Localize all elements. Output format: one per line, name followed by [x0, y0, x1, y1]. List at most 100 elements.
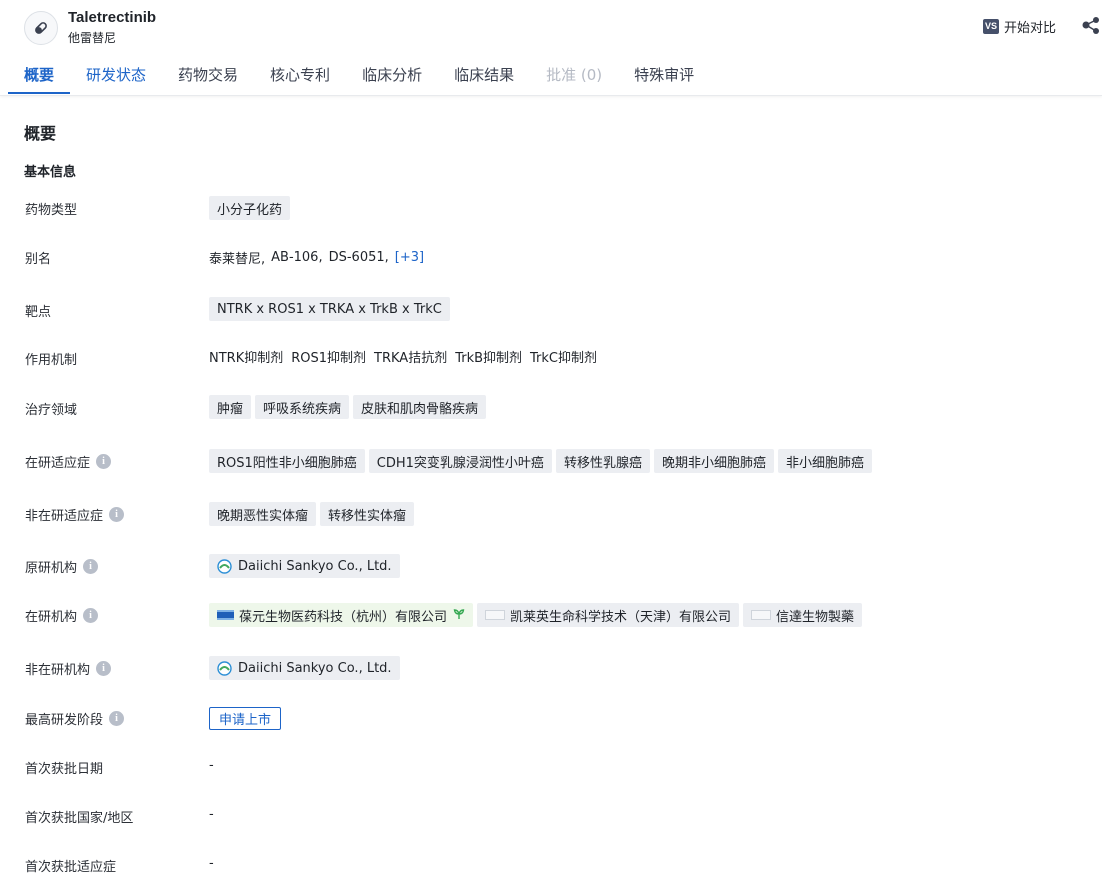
- row-active-org: 在研机构 i 葆元生物医药科技（杭州）有限公司 凯莱英生命科学技术（天津）有限公…: [0, 602, 1102, 628]
- compare-label: 开始对比: [1004, 20, 1057, 36]
- org-tag[interactable]: 葆元生物医药科技（杭州）有限公司: [209, 603, 474, 627]
- row-target: 靶点 NTRK x ROS1 x TRKA x TrkB x TrkC: [0, 296, 1102, 322]
- tab-core-patents[interactable]: 核心专利: [254, 56, 346, 94]
- field-label-text: 最高研发阶段: [25, 713, 104, 728]
- row-therapeutic-area: 治疗领域 肿瘤 呼吸系统疾病 皮肤和肌肉骨骼疾病: [0, 394, 1102, 420]
- daiichi-logo-icon: [217, 660, 232, 676]
- row-originator: 原研机构 i Daiichi Sankyo Co., Ltd.: [0, 553, 1102, 579]
- indication-tag[interactable]: 转移性实体瘤: [320, 502, 415, 526]
- share-icon[interactable]: [1081, 15, 1102, 37]
- row-alias: 别名 泰莱替尼, AB-106, DS-6051, [+3]: [0, 245, 1102, 269]
- mechanism-item: TrkC抑制剂: [530, 351, 598, 366]
- drug-chinese-name: 他雷替尼: [68, 31, 117, 45]
- field-label: 别名: [25, 252, 52, 267]
- tab-special-review[interactable]: 特殊审评: [618, 56, 710, 94]
- field-label: 非在研机构 i: [25, 659, 112, 678]
- alias-item: AB-106,: [271, 250, 323, 265]
- alias-item: 泰莱替尼,: [209, 252, 266, 267]
- row-active-indication: 在研适应症 i ROS1阳性非小细胞肺癌 CDH1突变乳腺浸润性小叶癌 转移性乳…: [0, 448, 1102, 474]
- phase-badge[interactable]: 申请上市: [209, 707, 282, 730]
- start-compare-button[interactable]: VS 开始对比: [983, 16, 1056, 36]
- company-logo-icon: [485, 610, 506, 620]
- drug-name: Taletrectinib: [68, 9, 157, 26]
- tab-approvals: 批准 (0): [546, 65, 603, 84]
- org-tag[interactable]: 信達生物製藥: [743, 603, 863, 627]
- target-tag[interactable]: NTRK x ROS1 x TRKA x TrkB x TrkC: [209, 297, 450, 321]
- field-value: -: [209, 758, 214, 773]
- field-label: 非在研适应症 i: [25, 505, 125, 524]
- row-inactive-org: 非在研机构 i Daiichi Sankyo Co., Ltd.: [0, 655, 1102, 681]
- row-inactive-indication: 非在研适应症 i 晚期恶性实体瘤 转移性实体瘤: [0, 501, 1102, 527]
- field-value: -: [209, 856, 214, 871]
- therapeutic-area-tag[interactable]: 皮肤和肌肉骨骼疾病: [353, 395, 487, 419]
- field-label: 在研机构 i: [25, 606, 99, 625]
- company-logo-icon: [751, 610, 772, 620]
- indication-tag[interactable]: CDH1突变乳腺浸润性小叶癌: [368, 449, 552, 473]
- row-drug-type: 药物类型 小分子化药: [0, 195, 1102, 221]
- tab-clinical-analysis[interactable]: 临床分析: [346, 56, 438, 94]
- tab-bar: 概要 研发状态 药物交易 核心专利 临床分析 临床结果 批准 (0) 特殊审评: [8, 56, 710, 94]
- field-label-text: 在研适应症: [25, 456, 91, 471]
- org-name: Daiichi Sankyo Co., Ltd.: [238, 660, 392, 676]
- row-first-approval-country: 首次获批国家/地区 -: [0, 805, 1102, 827]
- daiichi-logo-icon: [217, 558, 232, 574]
- vs-icon: VS: [983, 18, 999, 34]
- field-label-text: 原研机构: [25, 561, 78, 576]
- field-label: 首次获批日期: [25, 762, 104, 777]
- org-name: 葆元生物医药科技（杭州）有限公司: [239, 609, 448, 625]
- mechanism-item: ROS1抑制剂: [291, 351, 367, 366]
- pill-icon: [24, 11, 58, 45]
- org-name: 信達生物製藥: [776, 609, 855, 625]
- field-label: 作用机制: [25, 353, 78, 368]
- info-icon[interactable]: i: [96, 454, 112, 469]
- info-icon[interactable]: i: [96, 661, 112, 676]
- tab-rd-status[interactable]: 研发状态: [70, 56, 162, 94]
- org-name: Daiichi Sankyo Co., Ltd.: [238, 558, 392, 574]
- field-label: 治疗领域: [25, 403, 78, 418]
- sprout-icon: [453, 608, 465, 623]
- info-icon[interactable]: i: [83, 559, 99, 574]
- field-label: 最高研发阶段 i: [25, 709, 125, 728]
- section-title: 概要: [24, 124, 57, 143]
- info-icon[interactable]: i: [83, 608, 99, 623]
- field-label-text: 非在研适应症: [25, 509, 104, 524]
- field-label: 药物类型: [25, 203, 78, 218]
- row-mechanism: 作用机制 NTRK抑制剂 ROS1抑制剂 TRKA拮抗剂 TrkB抑制剂 Trk…: [0, 346, 1102, 370]
- org-name: 凯莱英生命科学技术（天津）有限公司: [510, 609, 732, 625]
- field-label: 首次获批国家/地区: [25, 811, 134, 826]
- field-label-text: 在研机构: [25, 610, 78, 625]
- org-tag[interactable]: Daiichi Sankyo Co., Ltd.: [209, 554, 400, 578]
- field-label: 在研适应症 i: [25, 452, 112, 471]
- therapeutic-area-tag[interactable]: 肿瘤: [209, 395, 252, 419]
- field-value: -: [209, 807, 214, 822]
- org-tag[interactable]: Daiichi Sankyo Co., Ltd.: [209, 656, 400, 680]
- indication-tag[interactable]: 晚期恶性实体瘤: [209, 502, 317, 526]
- drug-header: Taletrectinib 他雷替尼 VS 开始对比 概要 研发状态 药物交易 …: [0, 0, 1102, 96]
- info-icon[interactable]: i: [109, 711, 125, 726]
- row-highest-phase: 最高研发阶段 i 申请上市: [0, 706, 1102, 730]
- alias-more-link[interactable]: [+3]: [395, 250, 424, 265]
- mechanism-item: TRKA拮抗剂: [374, 351, 448, 366]
- therapeutic-area-tag[interactable]: 呼吸系统疾病: [255, 395, 350, 419]
- tab-clinical-results[interactable]: 临床结果: [438, 56, 530, 94]
- indication-tag[interactable]: ROS1阳性非小细胞肺癌: [209, 449, 365, 473]
- field-label: 首次获批适应症: [25, 860, 117, 875]
- indication-tag[interactable]: 转移性乳腺癌: [555, 449, 650, 473]
- field-label: 原研机构 i: [25, 557, 99, 576]
- alias-item: DS-6051,: [328, 250, 389, 265]
- tab-drug-deals[interactable]: 药物交易: [162, 56, 254, 94]
- mechanism-item: TrkB抑制剂: [455, 351, 523, 366]
- info-icon[interactable]: i: [109, 507, 125, 522]
- org-tag[interactable]: 凯莱英生命科学技术（天津）有限公司: [477, 603, 740, 627]
- field-label: 靶点: [25, 305, 52, 320]
- drug-type-tag: 小分子化药: [209, 196, 291, 220]
- basic-info-title: 基本信息: [24, 165, 77, 180]
- row-first-approval-date: 首次获批日期 -: [0, 756, 1102, 778]
- field-label-text: 非在研机构: [25, 663, 91, 678]
- indication-tag[interactable]: 非小细胞肺癌: [777, 449, 872, 473]
- tab-overview[interactable]: 概要: [8, 56, 71, 94]
- row-first-approval-indication: 首次获批适应症 -: [0, 854, 1102, 876]
- mechanism-item: NTRK抑制剂: [209, 351, 284, 366]
- indication-tag[interactable]: 晚期非小细胞肺癌: [653, 449, 774, 473]
- company-logo-icon: [217, 610, 234, 620]
